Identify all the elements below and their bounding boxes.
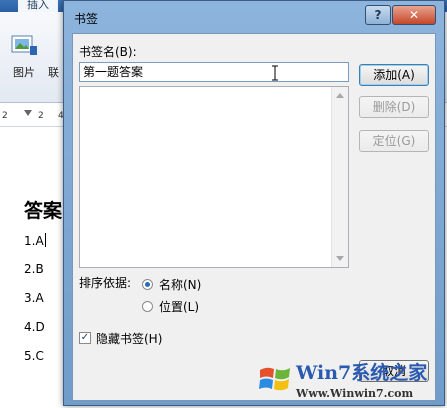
bookmark-list[interactable]: [79, 86, 349, 268]
sort-by-name-radio[interactable]: [142, 279, 153, 290]
watermark: Win7系统之家 Www.Winwin7.com: [256, 356, 446, 406]
bookmark-name-input[interactable]: 第一题答案: [79, 62, 349, 82]
ruler-tick: 2: [38, 111, 44, 121]
bookmark-name-value: 第一题答案: [83, 65, 144, 79]
bookmark-name-label: 书签名(B):: [79, 45, 137, 59]
sort-by-location-radio[interactable]: [142, 301, 153, 312]
document-heading: 答案: [24, 200, 63, 222]
indent-marker-icon[interactable]: [24, 110, 32, 116]
sort-by-location-label[interactable]: 位置(L): [159, 298, 199, 315]
document-line: 1.A: [24, 233, 46, 248]
picture-button-label[interactable]: 图片: [13, 64, 35, 80]
scroll-up-icon[interactable]: [336, 93, 344, 98]
document-line: 3.A: [24, 291, 44, 305]
close-button[interactable]: ✕: [392, 5, 436, 25]
picture-icon[interactable]: [10, 32, 38, 58]
watermark-title: Win7系统之家: [296, 362, 428, 384]
document-line: 5.C: [24, 349, 44, 363]
link-button-label[interactable]: 联: [48, 64, 59, 80]
text-caret: [44, 233, 46, 247]
dialog-body: 书签名(B): 第一题答案 添加(A) 删除(D) 定位(G) 排序依据: 名称…: [72, 33, 436, 401]
document-line: 4.D: [24, 320, 45, 334]
hidden-bookmarks-checkbox[interactable]: ✓: [79, 332, 91, 344]
add-button[interactable]: 添加(A): [359, 64, 429, 86]
help-button[interactable]: ?: [365, 5, 391, 25]
dialog-titlebar[interactable]: 书签 ? ✕: [64, 1, 444, 31]
watermark-url: Www.Winwin7.com: [296, 387, 414, 400]
document-line: 2.B: [24, 262, 44, 276]
bookmark-dialog: 书签 ? ✕ 书签名(B): 第一题答案 添加(A) 删除(D) 定位(G) 排…: [63, 0, 445, 406]
hidden-bookmarks-label[interactable]: 隐藏书签(H): [96, 330, 162, 347]
tab-insert[interactable]: 插入: [18, 0, 58, 12]
list-scrollbar[interactable]: [331, 87, 348, 267]
dialog-title: 书签: [74, 12, 99, 26]
sort-by-name-label[interactable]: 名称(N): [159, 276, 201, 293]
text-cursor-icon: [272, 65, 278, 81]
delete-button[interactable]: 删除(D): [359, 96, 429, 118]
windows-logo-icon: [259, 367, 290, 391]
ruler-tick: 2: [2, 111, 8, 121]
goto-button[interactable]: 定位(G): [359, 130, 429, 152]
sort-by-label: 排序依据:: [79, 276, 132, 290]
scroll-down-icon[interactable]: [336, 256, 344, 261]
